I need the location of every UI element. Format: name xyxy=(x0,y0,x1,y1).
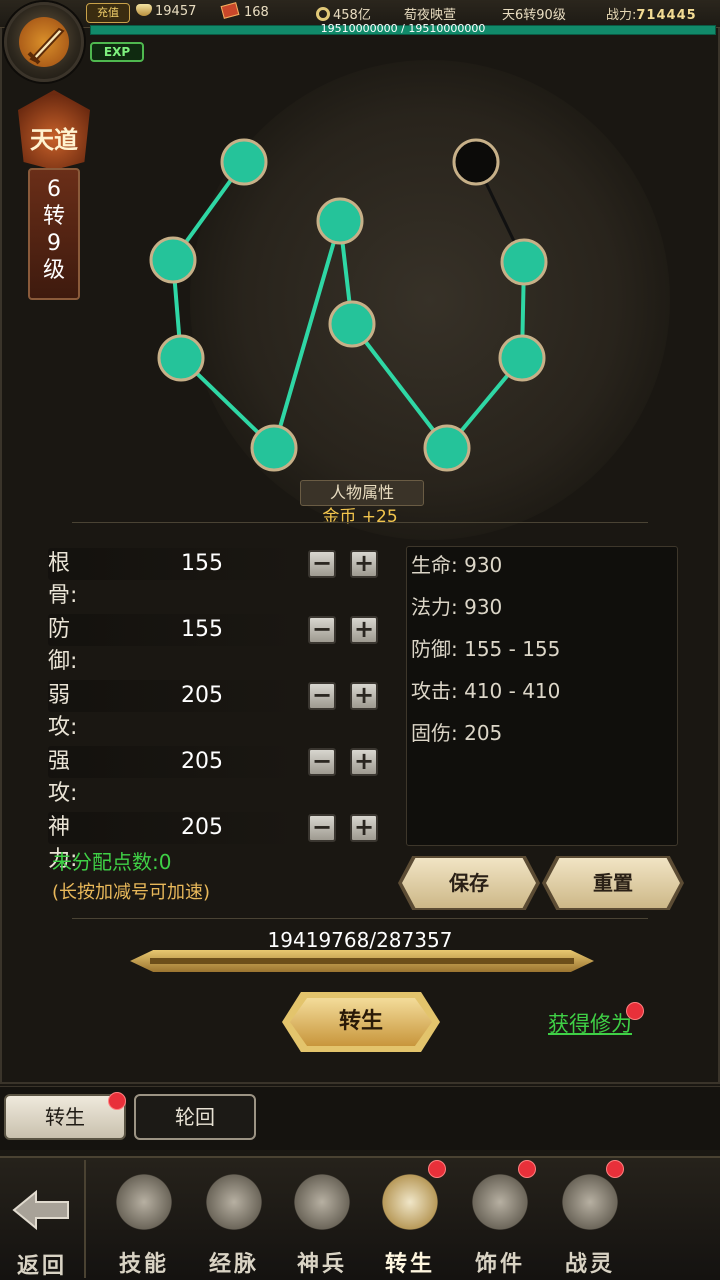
nav-label: 转生 xyxy=(384,1251,435,1277)
meridian-node[interactable] xyxy=(500,238,548,286)
notification-dot xyxy=(108,1092,126,1110)
increase-button[interactable]: + xyxy=(350,616,378,644)
decrease-button[interactable]: − xyxy=(308,616,336,644)
notification-dot xyxy=(606,1160,624,1178)
meridian-node[interactable] xyxy=(498,334,546,382)
divider xyxy=(72,522,648,523)
attr-label: 强攻: xyxy=(48,749,78,806)
gold-bonus: 金币 +25 xyxy=(322,507,398,527)
increase-button[interactable]: + xyxy=(350,748,378,776)
increase-button[interactable]: + xyxy=(350,550,378,578)
derived-stats-panel: 生命: 930 法力: 930 防御: 155 - 155 攻击: 410 - … xyxy=(406,546,678,846)
nav-label: 神兵 xyxy=(296,1251,347,1277)
decrease-button[interactable]: − xyxy=(308,814,336,842)
weapon-icon xyxy=(290,1170,354,1234)
attr-value: 205 xyxy=(181,683,223,708)
stat-attack: 攻击: 410 - 410 xyxy=(411,679,561,703)
rebirth-button[interactable]: 转生 xyxy=(290,998,432,1046)
nav-label: 技能 xyxy=(118,1251,169,1277)
attr-label: 防御: xyxy=(48,617,78,674)
meridian-node[interactable] xyxy=(423,424,471,472)
get-cultivation-link[interactable]: 获得修为 xyxy=(548,1008,632,1038)
notification-dot xyxy=(518,1160,536,1178)
rebirth-progress-fill xyxy=(150,958,574,964)
nav-skill[interactable]: 技能 xyxy=(104,1170,184,1278)
decrease-button[interactable]: − xyxy=(308,550,336,578)
meridian-node[interactable] xyxy=(250,424,298,472)
rebirth-icon xyxy=(378,1170,442,1234)
meridian-icon xyxy=(202,1170,266,1234)
attr-value: 205 xyxy=(181,749,223,774)
nav-accessory[interactable]: 饰件 xyxy=(460,1170,540,1278)
accessory-icon xyxy=(468,1170,532,1234)
attr-label: 弱攻: xyxy=(48,683,78,740)
nav-label: 战灵 xyxy=(564,1251,615,1277)
attr-value: 155 xyxy=(181,551,223,576)
stat-mp: 法力: 930 xyxy=(411,595,503,619)
stat-hp: 生命: 930 xyxy=(411,553,503,577)
divider xyxy=(72,918,648,919)
reset-button[interactable]: 重置 xyxy=(546,858,680,908)
stat-defense: 防御: 155 - 155 xyxy=(411,637,561,661)
skill-icon xyxy=(112,1170,176,1234)
nav-spirit[interactable]: 战灵 xyxy=(550,1170,630,1278)
decrease-button[interactable]: − xyxy=(308,682,336,710)
notification-dot xyxy=(626,1002,644,1020)
attr-value: 205 xyxy=(181,815,223,840)
back-arrow-icon xyxy=(12,1189,69,1231)
meridian-constellation xyxy=(149,138,548,472)
locked-meridian-node[interactable] xyxy=(452,138,500,186)
nav-label: 经脉 xyxy=(208,1251,259,1277)
notification-dot xyxy=(428,1160,446,1178)
attr-value: 155 xyxy=(181,617,223,642)
decrease-button[interactable]: − xyxy=(308,748,336,776)
meridian-node[interactable] xyxy=(316,197,364,245)
meridian-node[interactable] xyxy=(220,138,268,186)
stat-fixed-damage: 固伤: 205 xyxy=(411,721,503,745)
tab-reincarnation[interactable]: 轮回 xyxy=(134,1094,256,1140)
rebirth-progress-bar xyxy=(130,950,594,972)
back-button[interactable]: 返回 xyxy=(0,1160,86,1279)
rebirth-progress-text: 19419768/287357 xyxy=(267,928,453,952)
hold-hint: (长按加减号可加速) xyxy=(52,882,211,903)
save-button[interactable]: 保存 xyxy=(402,858,536,908)
nav-rebirth[interactable]: 转生 xyxy=(370,1170,450,1278)
increase-button[interactable]: + xyxy=(350,814,378,842)
increase-button[interactable]: + xyxy=(350,682,378,710)
spirit-icon xyxy=(558,1170,622,1234)
back-label: 返回 xyxy=(16,1253,67,1279)
meridian-nodes xyxy=(149,138,548,472)
unallocated-points: 未分配点数:0 xyxy=(52,850,172,874)
meridian-node[interactable] xyxy=(149,236,197,284)
attr-label: 根骨: xyxy=(48,551,78,608)
meridian-node[interactable] xyxy=(157,334,205,382)
meridian-node[interactable] xyxy=(328,300,376,348)
nav-weapon[interactable]: 神兵 xyxy=(282,1170,362,1278)
nav-label: 饰件 xyxy=(474,1251,525,1277)
nav-meridian[interactable]: 经脉 xyxy=(194,1170,274,1278)
